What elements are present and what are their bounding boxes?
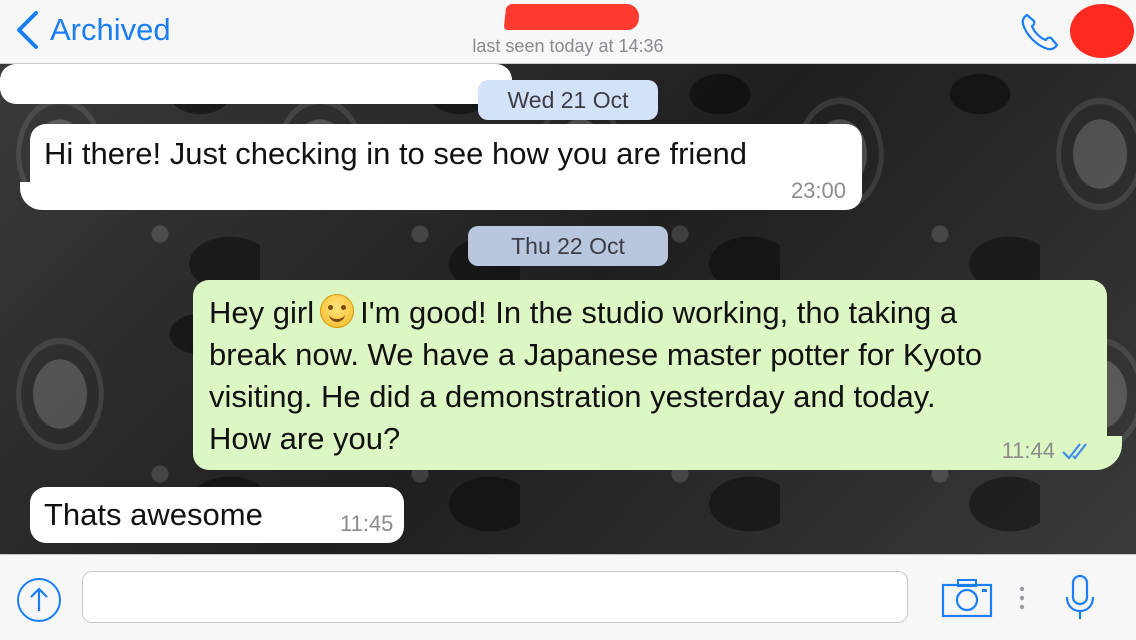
incoming-message-partial[interactable]	[0, 64, 512, 104]
conversation-area[interactable]: Wed 21 Oct Hi there! Just checking in to…	[0, 64, 1136, 554]
message-input-bar	[0, 554, 1136, 640]
contact-name-redacted[interactable]	[503, 4, 641, 30]
message-line: I'm good! In the studio working, tho tak…	[360, 295, 958, 330]
phone-icon[interactable]	[1018, 10, 1062, 54]
message-time: 11:44	[1001, 438, 1055, 463]
message-text: Thats awesome	[44, 497, 263, 532]
double-check-icon	[1062, 443, 1087, 460]
message-text: Hi there! Just checking in to see how yo…	[44, 136, 748, 171]
smiling-face-emoji-icon	[320, 294, 355, 328]
message-text: Hey girl I'm good! In the studio working,…	[209, 292, 1091, 460]
message-time: 11:45	[340, 511, 394, 536]
message-time: 23:00	[790, 178, 846, 203]
chat-header: Archived last seen today at 14:36	[0, 0, 1136, 64]
avatar[interactable]	[1070, 4, 1134, 58]
message-line: visiting. He did a demonstration yesterd…	[209, 379, 936, 414]
message-input[interactable]	[82, 571, 908, 623]
message-line: Hey girl	[209, 295, 315, 330]
share-arrow-icon[interactable]	[14, 575, 64, 625]
incoming-message[interactable]: Thats awesome 11:45	[30, 487, 404, 543]
camera-icon[interactable]	[940, 577, 994, 619]
last-seen-status: last seen today at 14:36	[472, 36, 664, 56]
microphone-icon[interactable]	[1062, 573, 1098, 623]
message-line: How are you?	[209, 421, 401, 456]
message-line: break now. We have a Japanese master pot…	[209, 337, 983, 372]
outgoing-message[interactable]: Hey girl I'm good! In the studio working,…	[193, 280, 1107, 470]
date-divider: Wed 21 Oct	[478, 80, 658, 120]
date-divider: Thu 22 Oct	[468, 226, 668, 266]
incoming-message[interactable]: Hi there! Just checking in to see how yo…	[30, 124, 862, 210]
separator-dots-icon	[1019, 586, 1025, 610]
